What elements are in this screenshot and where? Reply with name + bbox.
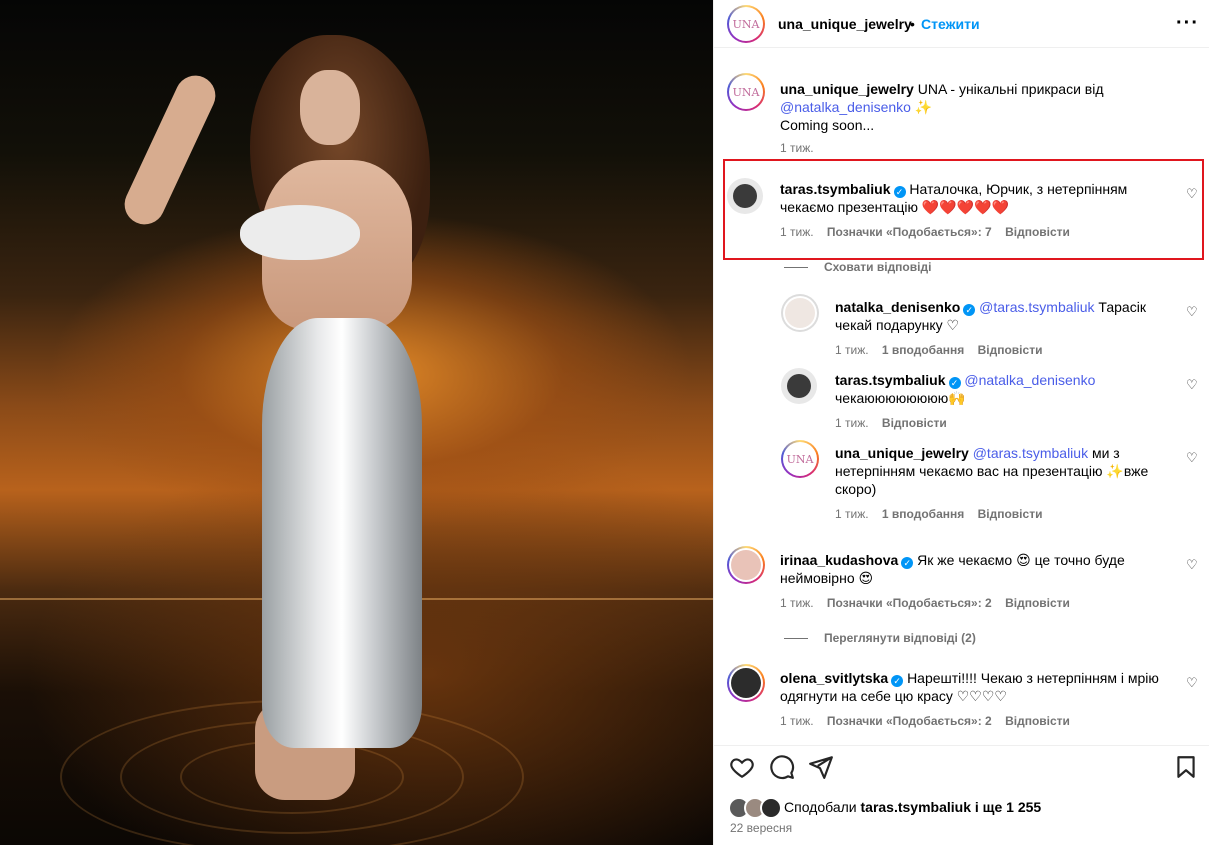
post-caption: una_unique_jewelry UNA - унікальні прикр… — [780, 80, 1190, 134]
caption-time: 1 тиж. — [780, 141, 814, 155]
reply-likes-count[interactable]: 1 вподобання — [882, 343, 964, 357]
like-reply-heart-icon[interactable]: ♡ — [1186, 378, 1198, 391]
verified-badge-icon: ✓ — [963, 304, 976, 316]
divider — [784, 267, 808, 269]
model-face — [300, 70, 360, 145]
comment-bubble-icon[interactable] — [769, 754, 795, 780]
share-paper-plane-icon[interactable] — [808, 754, 834, 780]
caption-mention[interactable]: @natalka_denisenko — [780, 99, 911, 115]
reply-username[interactable]: una_unique_jewelry — [835, 445, 969, 461]
comment-username[interactable]: olena_svitlytska — [780, 670, 888, 686]
comment-username[interactable]: irinaa_kudashova — [780, 552, 898, 568]
reply-username[interactable]: taras.tsymbaliuk — [835, 372, 946, 388]
reply-time: 1 тиж. — [835, 416, 869, 430]
reply-mention[interactable]: @natalka_denisenko — [964, 372, 1095, 388]
reply-avatar[interactable] — [781, 294, 819, 332]
caption-text: UNA - унікальні прикраси від — [917, 81, 1104, 97]
liked-by-user[interactable]: taras.tsymbaliuk — [861, 799, 972, 815]
caption-author-avatar[interactable]: UNA — [727, 73, 765, 111]
avatar-logo-text: UNA — [786, 452, 814, 466]
author-username[interactable]: una_unique_jewelry — [778, 16, 912, 32]
reply-1: natalka_denisenko ✓ @taras.tsymbaliuk Тар… — [835, 298, 1185, 334]
reply-text: скоро) — [835, 481, 877, 497]
reply-text: ми з — [1091, 445, 1120, 461]
reply-meta: 1 тиж. 1 вподобання Відповісти — [835, 507, 1042, 521]
commenter-avatar[interactable] — [727, 546, 765, 584]
post-date[interactable]: 22 вересня — [730, 821, 792, 835]
reply-button[interactable]: Відповісти — [978, 507, 1043, 521]
liked-by-prefix: Сподобали — [784, 799, 857, 815]
reply-meta: 1 тиж. 1 вподобання Відповісти — [835, 343, 1042, 357]
comment-text: одягнути на себе цю красу ♡♡♡♡ — [780, 688, 1007, 704]
comment-2: irinaa_kudashova ✓ Як же чекаємо 😍 це точ… — [780, 551, 1180, 587]
highlight-box — [723, 159, 1204, 260]
comment-text: неймовірно 😍 — [780, 570, 874, 586]
follow-button[interactable]: Стежити — [921, 16, 980, 32]
reply-button[interactable]: Відповісти — [1005, 714, 1070, 728]
reply-avatar[interactable] — [781, 368, 817, 404]
like-reply-heart-icon[interactable]: ♡ — [1186, 305, 1198, 318]
sparkle-emoji: ✨ — [914, 99, 933, 115]
comment-time: 1 тиж. — [780, 714, 814, 728]
comment-text: Нарешті!!!! Чекаю з нетерпінням і мрію — [907, 670, 1159, 686]
save-bookmark-icon[interactable] — [1173, 754, 1199, 780]
verified-badge-icon: ✓ — [891, 675, 904, 687]
comment-likes-count[interactable]: Позначки «Подобається»: 2 — [827, 714, 992, 728]
reply-button[interactable]: Відповісти — [1005, 596, 1070, 610]
avatar-logo-text: UNA — [732, 17, 760, 31]
reply-text: Тарасік — [1098, 299, 1146, 315]
reply-avatar[interactable]: UNA — [781, 440, 819, 478]
post-side-panel: UNA una_unique_jewelry • Стежити ··· UNA… — [713, 0, 1209, 845]
likes-summary[interactable]: Сподобали taras.tsymbaliuk і ще 1 255 — [784, 799, 1041, 815]
liker-avatar — [760, 797, 782, 819]
dot-separator: • — [910, 16, 915, 32]
reply-time: 1 тиж. — [835, 507, 869, 521]
view-replies-toggle[interactable]: Переглянути відповіді (2) — [784, 631, 976, 645]
comment-time: 1 тиж. — [780, 596, 814, 610]
like-comment-heart-icon[interactable]: ♡ — [1186, 676, 1198, 689]
reply-button[interactable]: Відповісти — [882, 416, 947, 430]
comment-meta: 1 тиж. Позначки «Подобається»: 2 Відпові… — [780, 596, 1070, 610]
model-skirt — [262, 318, 422, 748]
liked-by-suffix[interactable]: і ще 1 255 — [975, 799, 1041, 815]
reply-time: 1 тиж. — [835, 343, 869, 357]
comment-likes-count[interactable]: Позначки «Подобається»: 2 — [827, 596, 992, 610]
comment-text: Як же чекаємо 😍 це точно буде — [917, 552, 1125, 568]
like-heart-icon[interactable] — [729, 754, 755, 780]
reply-button[interactable]: Відповісти — [978, 343, 1043, 357]
model-top — [240, 205, 360, 260]
post-photo[interactable] — [0, 0, 713, 845]
caption-line2: Coming soon... — [780, 117, 875, 133]
divider — [784, 638, 808, 640]
reply-text: чекаюююююююю🙌 — [835, 390, 966, 406]
view-replies-label: Переглянути відповіді (2) — [824, 631, 976, 645]
post-header: UNA una_unique_jewelry • Стежити ··· — [714, 0, 1209, 48]
caption-username[interactable]: una_unique_jewelry — [780, 81, 914, 97]
author-avatar[interactable]: UNA — [727, 5, 765, 43]
comment-meta: 1 тиж. Позначки «Подобається»: 2 Відпові… — [780, 714, 1070, 728]
hide-replies-toggle[interactable]: Сховати відповіді — [784, 260, 931, 274]
reply-meta: 1 тиж. Відповісти — [835, 416, 947, 430]
verified-badge-icon: ✓ — [901, 557, 914, 569]
reply-2: taras.tsymbaliuk ✓ @natalka_denisenko чек… — [835, 371, 1185, 407]
reply-text: чекай подарунку ♡ — [835, 317, 960, 333]
avatar-logo-text: UNA — [732, 85, 760, 99]
model-arm — [118, 69, 222, 231]
verified-badge-icon: ✓ — [948, 377, 961, 389]
like-comment-heart-icon[interactable]: ♡ — [1186, 558, 1198, 571]
reply-mention[interactable]: @taras.tsymbaliuk — [973, 445, 1088, 461]
reply-3: una_unique_jewelry @taras.tsymbaliuk ми … — [835, 444, 1185, 498]
reply-likes-count[interactable]: 1 вподобання — [882, 507, 964, 521]
like-reply-heart-icon[interactable]: ♡ — [1186, 451, 1198, 464]
more-options-icon[interactable]: ··· — [1176, 12, 1199, 35]
hide-replies-label: Сховати відповіді — [824, 260, 932, 274]
reply-text: нетерпінням чекаємо вас на презентацію ✨… — [835, 463, 1149, 479]
reply-username[interactable]: natalka_denisenko — [835, 299, 960, 315]
reply-mention[interactable]: @taras.tsymbaliuk — [979, 299, 1094, 315]
commenter-avatar[interactable] — [727, 664, 765, 702]
instagram-post-view: UNA una_unique_jewelry • Стежити ··· UNA… — [0, 0, 1209, 845]
comment-3: olena_svitlytska ✓ Нарешті!!!! Чекаю з не… — [780, 669, 1190, 705]
